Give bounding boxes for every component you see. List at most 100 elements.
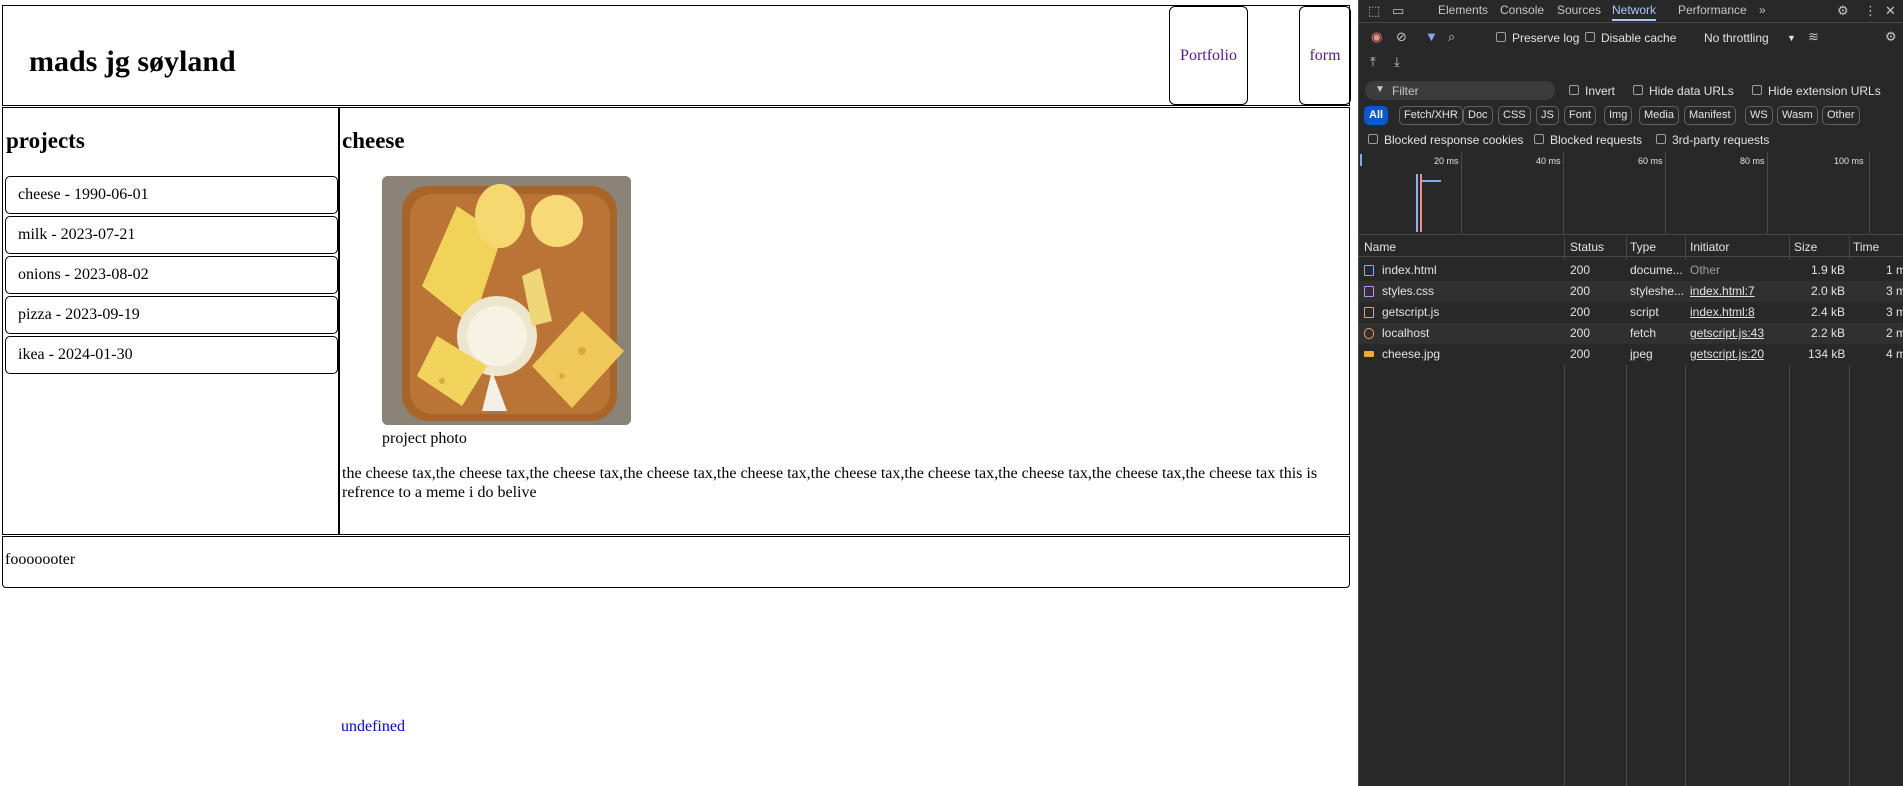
- device-toolbar-icon[interactable]: ▭: [1392, 0, 1404, 22]
- filter-chip-media[interactable]: Media: [1639, 106, 1679, 125]
- network-toolbar: ◉ ⊘ ▼ ⌕ Preserve log Disable cache No th…: [1359, 24, 1903, 50]
- timeline-tick-80ms: 80 ms: [1740, 156, 1765, 166]
- invert-checkbox[interactable]: [1569, 85, 1579, 95]
- col-size[interactable]: Size: [1794, 240, 1817, 254]
- hide-extension-urls-checkbox[interactable]: [1752, 85, 1762, 95]
- import-export-row: ⤒ ⤓: [1359, 50, 1903, 76]
- filter-chip-all[interactable]: All: [1364, 106, 1389, 125]
- initiator-link[interactable]: getscript.js:20: [1690, 344, 1764, 365]
- undefined-link[interactable]: undefined: [341, 718, 405, 736]
- image-icon: [1364, 351, 1374, 357]
- hide-data-urls-checkbox[interactable]: [1633, 85, 1643, 95]
- filter-chip-img[interactable]: Img: [1604, 106, 1633, 125]
- third-party-requests-checkbox[interactable]: [1656, 134, 1666, 144]
- throttling-select[interactable]: No throttling: [1704, 31, 1769, 45]
- filter-chip-wasm[interactable]: Wasm: [1777, 106, 1818, 125]
- initiator-link[interactable]: index.html:7: [1690, 281, 1755, 302]
- timeline-dom-marker: [1416, 174, 1418, 232]
- timeline-start-marker: [1360, 154, 1362, 166]
- blocked-requests-checkbox[interactable]: [1534, 134, 1544, 144]
- inspect-element-icon[interactable]: ⬚: [1368, 0, 1380, 22]
- blocked-requests-label: Blocked requests: [1550, 133, 1643, 147]
- project-item-pizza[interactable]: pizza - 2023-09-19: [5, 296, 338, 334]
- project-title: cheese: [342, 128, 405, 153]
- site-title: mads jg søyland: [29, 45, 236, 78]
- col-status[interactable]: Status: [1570, 240, 1604, 254]
- project-photo: [382, 176, 631, 425]
- more-tabs-icon[interactable]: »: [1759, 0, 1766, 21]
- blocked-response-cookies-label: Blocked response cookies: [1384, 133, 1524, 147]
- col-name[interactable]: Name: [1364, 240, 1396, 254]
- devtools-panel: ⬚ ▭ Elements Console Sources Network Per…: [1358, 0, 1903, 786]
- more-options-icon[interactable]: ⋮: [1864, 0, 1877, 22]
- col-type[interactable]: Type: [1630, 240, 1656, 254]
- table-row[interactable]: cheese.jpg 200 jpeg getscript.js:20 134 …: [1359, 344, 1903, 365]
- third-party-requests-label: 3rd-party requests: [1672, 133, 1770, 147]
- photo-caption: project photo: [382, 430, 467, 447]
- tab-network[interactable]: Network: [1612, 0, 1657, 21]
- search-icon[interactable]: ⌕: [1448, 26, 1455, 48]
- timeline-request-bar: [1421, 180, 1441, 182]
- document-icon: [1364, 265, 1374, 276]
- network-settings-gear-icon[interactable]: ⚙: [1885, 26, 1897, 48]
- filter-chip-js[interactable]: JS: [1536, 106, 1559, 125]
- filter-chip-ws[interactable]: WS: [1745, 106, 1773, 125]
- record-icon[interactable]: ◉: [1371, 26, 1382, 48]
- initiator-link[interactable]: getscript.js:43: [1690, 323, 1764, 344]
- invert-label: Invert: [1585, 84, 1616, 98]
- timeline-tick-100ms: 100 ms: [1834, 156, 1864, 166]
- tab-elements[interactable]: Elements: [1438, 0, 1488, 21]
- settings-gear-icon[interactable]: ⚙: [1837, 0, 1849, 22]
- tab-sources[interactable]: Sources: [1557, 0, 1601, 21]
- table-row[interactable]: index.html 200 docume... Other 1.9 kB 1 …: [1359, 260, 1903, 281]
- nav-form-link[interactable]: form: [1299, 6, 1351, 105]
- project-item-cheese[interactable]: cheese - 1990-06-01: [5, 176, 338, 214]
- site-header: mads jg søyland Portfolio form: [2, 5, 1351, 106]
- col-time[interactable]: Time: [1853, 240, 1879, 254]
- import-har-icon[interactable]: ⤒: [1370, 51, 1376, 73]
- initiator-link[interactable]: index.html:8: [1690, 302, 1755, 323]
- blocked-response-cookies-checkbox[interactable]: [1368, 134, 1378, 144]
- project-item-milk[interactable]: milk - 2023-07-21: [5, 216, 338, 254]
- timeline-tick-60ms: 60 ms: [1638, 156, 1663, 166]
- filter-chip-doc[interactable]: Doc: [1463, 106, 1493, 125]
- filter-chip-other[interactable]: Other: [1822, 106, 1860, 125]
- filter-icon[interactable]: ▼: [1425, 26, 1438, 48]
- filter-chip-manifest[interactable]: Manifest: [1684, 106, 1736, 125]
- tab-console[interactable]: Console: [1500, 0, 1544, 21]
- projects-sidebar: projects cheese - 1990-06-01 milk - 2023…: [2, 107, 339, 535]
- project-item-onions[interactable]: onions - 2023-08-02: [5, 256, 338, 294]
- timeline-tick-40ms: 40 ms: [1536, 156, 1561, 166]
- table-row[interactable]: getscript.js 200 script index.html:8 2.4…: [1359, 302, 1903, 323]
- filter-chip-fetch-xhr[interactable]: Fetch/XHR: [1399, 106, 1463, 125]
- clear-icon[interactable]: ⊘: [1396, 26, 1407, 48]
- script-icon: [1364, 307, 1374, 318]
- table-row[interactable]: styles.css 200 styleshe... index.html:7 …: [1359, 281, 1903, 302]
- network-conditions-icon[interactable]: ≋: [1808, 26, 1819, 48]
- export-har-icon[interactable]: ⤓: [1394, 51, 1400, 73]
- fetch-icon: [1364, 328, 1374, 339]
- tab-performance[interactable]: Performance: [1678, 0, 1747, 21]
- disable-cache-checkbox[interactable]: [1585, 32, 1595, 42]
- preserve-log-label: Preserve log: [1512, 31, 1580, 45]
- filter-chip-css[interactable]: CSS: [1498, 106, 1531, 125]
- devtools-tab-bar: ⬚ ▭ Elements Console Sources Network Per…: [1359, 0, 1903, 23]
- throttling-dropdown-icon[interactable]: ▼: [1787, 31, 1796, 45]
- site-footer: fooooooter: [2, 536, 1350, 588]
- sidebar-title: projects: [6, 128, 85, 153]
- filter-funnel-icon: ▼: [1375, 84, 1385, 95]
- timeline-tick-20ms: 20 ms: [1434, 156, 1459, 166]
- stylesheet-icon: [1364, 286, 1374, 297]
- nav-portfolio-link[interactable]: Portfolio: [1169, 6, 1248, 105]
- project-detail: cheese project photo the cheese tax,the …: [339, 107, 1350, 535]
- project-description: the cheese tax,the cheese tax,the cheese…: [342, 465, 1318, 501]
- timeline-load-marker: [1420, 174, 1422, 232]
- table-row[interactable]: localhost 200 fetch getscript.js:43 2.2 …: [1359, 323, 1903, 344]
- preserve-log-checkbox[interactable]: [1496, 32, 1506, 42]
- col-initiator[interactable]: Initiator: [1690, 240, 1729, 254]
- filter-chip-font[interactable]: Font: [1564, 106, 1597, 125]
- filter-placeholder: Filter: [1392, 84, 1419, 98]
- hide-extension-urls-label: Hide extension URLs: [1768, 84, 1881, 98]
- close-devtools-icon[interactable]: ✕: [1885, 0, 1896, 22]
- project-item-ikea[interactable]: ikea - 2024-01-30: [5, 336, 338, 374]
